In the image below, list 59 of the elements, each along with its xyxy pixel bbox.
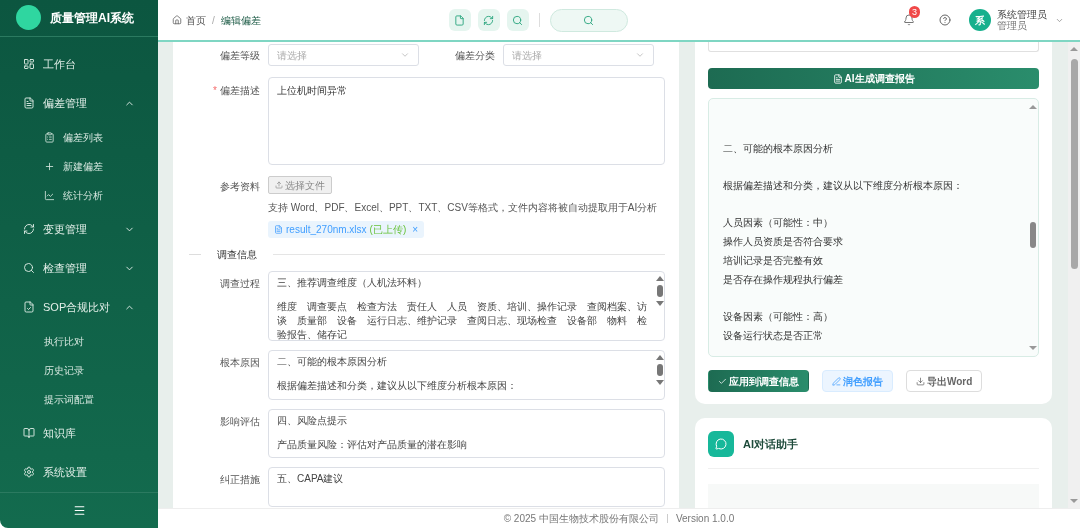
text-area[interactable]: 五、CAPA建议 — [268, 467, 665, 507]
text-line: 五、CAPA建议 — [277, 472, 345, 486]
text-area[interactable]: 二、可能的根本原因分析 根据偏差描述和分类，建议从以下维度分析根本原因： — [268, 350, 665, 400]
text-line: 四、风险点提示 — [277, 414, 348, 428]
nav-subitem[interactable]: 偏差列表 — [0, 122, 158, 152]
nav-subitem[interactable]: 新建偏差 — [0, 151, 158, 181]
breadcrumb-current: 编辑偏差 — [220, 13, 261, 28]
text-area[interactable]: 三、推荐调查维度（人机法环料） 维度 调查要点 检查方法 责任人 人员 资质、培训、操作记录 查阅档案、访谈 质量部 设备 运行日志、维护记录 查阅日志、现场检查 设备部 物料 检验报告、储存记 — [268, 271, 665, 341]
report-line: 操作人员资质是否符合要求 — [723, 235, 844, 249]
nav-item[interactable]: 变更管理 — [0, 209, 158, 249]
nav-subitem[interactable]: 统计分析 — [0, 180, 158, 210]
upload-status: (已上传) — [369, 223, 407, 237]
required-mark: * — [213, 84, 217, 98]
field-label: 根本原因 — [219, 356, 261, 370]
action-button[interactable]: 应用到调查信息 — [708, 370, 809, 392]
copyright: © 2025 中国生物技术股份有限公司 — [503, 512, 659, 526]
nav-item[interactable]: 工作台 — [0, 44, 158, 84]
nav-item[interactable]: 知识库 — [0, 413, 158, 453]
report-line: 人员因素（可能性：中） — [723, 216, 834, 230]
breadcrumb-link[interactable]: 首页 — [186, 12, 206, 28]
field-label: 参考资料 — [219, 180, 261, 194]
user-role: 管理员 — [997, 20, 1028, 31]
text-line: 产品质量风险：评估对产品质量的潜在影响 — [277, 438, 468, 452]
app-title: 质量管理AI系统 — [50, 9, 134, 27]
text-line: 根据偏差描述和分类，建议从以下维度分析根本原因： — [277, 379, 518, 393]
upload-hint: 支持 Word、PDF、Excel、PPT、TXT、CSV等格式，文件内容将被自动提取用于AI分析 — [268, 201, 658, 215]
section-title: 调查信息 — [216, 248, 258, 262]
report-line: 设备因素（可能性：高） — [723, 310, 834, 324]
field-label: 影响评估 — [219, 415, 261, 429]
report-line: 二、可能的根本原因分析 — [723, 142, 834, 156]
field-label: 偏差分类 — [454, 48, 496, 63]
report-line: 根据偏差描述和分类，建议从以下维度分析根本原因： — [723, 179, 964, 193]
field-label: 纠正措施 — [219, 473, 261, 487]
notification-badge: 3 — [909, 6, 920, 18]
report-line: 设备运行状态是否正常 — [723, 329, 824, 343]
nav-item[interactable]: 检查管理 — [0, 248, 158, 288]
field-label: 调查过程 — [219, 277, 261, 291]
report-line: 培训记录是否完整有效 — [723, 254, 824, 268]
nav-item[interactable]: 系统设置 — [0, 452, 158, 492]
nav-subitem[interactable]: 历史记录 — [0, 355, 158, 385]
breadcrumb-separator: / — [212, 13, 215, 28]
description-textarea[interactable]: 上位机时间异常 — [268, 77, 665, 165]
version: Version 1.0.0 — [675, 512, 735, 526]
user-name: 系统管理员 — [997, 9, 1047, 20]
text-line: 二、可能的根本原因分析 — [277, 355, 388, 369]
field-label: 偏差等级 — [219, 48, 261, 63]
nav-subitem[interactable]: 执行比对 — [0, 326, 158, 356]
generate-report-button[interactable]: AI生成调查报告 — [708, 68, 1039, 89]
text-line: 三、推荐调查维度（人机法环料） — [277, 276, 428, 290]
action-button[interactable]: 导出Word — [906, 370, 983, 392]
nav-subitem[interactable]: 提示词配置 — [0, 384, 158, 414]
text-area[interactable]: 四、风险点提示 产品质量风险：评估对产品质量的潜在影响 — [268, 409, 665, 458]
field-label: 偏差描述 — [220, 84, 260, 98]
chat-title: AI对话助手 — [743, 436, 798, 452]
text-line: 维度 调查要点 检查方法 责任人 人员 资质、培训、操作记录 查阅档案、访谈 质量部 设备 运行日志、维护记录 查阅日志、现场检查 设备部 物料 检验报告、储存记 — [277, 300, 648, 340]
nav-item[interactable]: 偏差管理 — [0, 83, 158, 123]
file-name: result_270nm.xlsx — [286, 223, 367, 237]
report-line: 是否存在操作规程执行偏差 — [723, 273, 844, 287]
nav-item[interactable]: SOP合规比对 — [0, 287, 158, 327]
